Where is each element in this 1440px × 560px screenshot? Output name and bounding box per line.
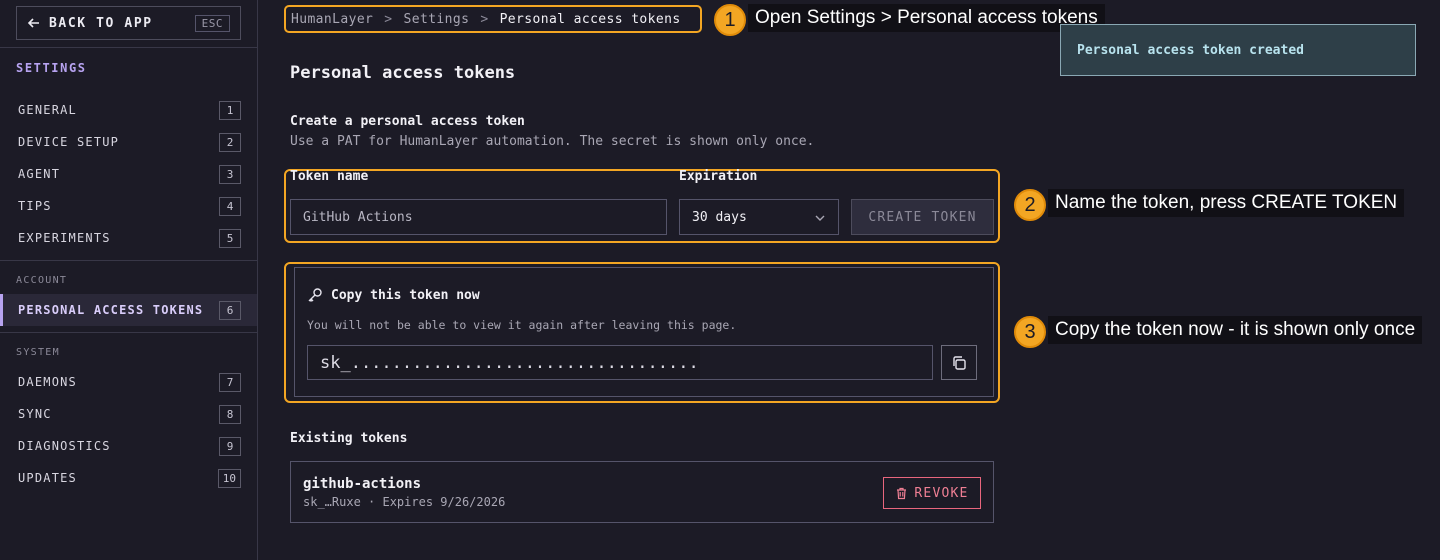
shortcut-badge: 7: [219, 372, 241, 392]
sidebar-item-label: DEVICE SETUP: [18, 135, 120, 149]
sidebar-item-updates[interactable]: UPDATES 10: [0, 462, 257, 494]
expiration-select[interactable]: 30 days: [679, 199, 839, 235]
sidebar-divider: [0, 47, 258, 48]
breadcrumb: HumanLayer > Settings > Personal access …: [284, 5, 702, 33]
shortcut-badge: 8: [219, 404, 241, 424]
callout-step-1-badge: 1: [714, 4, 746, 36]
new-token-warning: You will not be able to view it again af…: [307, 318, 737, 332]
shortcut-badge: 5: [219, 228, 241, 248]
sidebar-item-daemons[interactable]: DAEMONS 7: [0, 366, 257, 398]
sidebar-item-label: PERSONAL ACCESS TOKENS: [18, 303, 204, 317]
sidebar-item-general[interactable]: GENERAL 1: [0, 94, 257, 126]
sidebar-item-label: GENERAL: [18, 103, 77, 117]
sidebar-item-label: AGENT: [18, 167, 61, 181]
existing-tokens-heading: Existing tokens: [290, 431, 408, 446]
success-toast: Personal access token created: [1060, 24, 1416, 76]
esc-shortcut-badge: ESC: [194, 14, 230, 32]
sidebar-item-personal-access-tokens[interactable]: PERSONAL ACCESS TOKENS 6: [0, 294, 257, 326]
create-token-heading: Create a personal access token: [290, 114, 525, 129]
sidebar-item-label: TIPS: [18, 199, 52, 213]
shortcut-badge: 10: [217, 468, 241, 488]
expiration-value: 30 days: [692, 209, 747, 225]
new-token-title: Copy this token now: [331, 287, 480, 303]
copy-token-button[interactable]: [941, 345, 977, 380]
breadcrumb-separator: >: [480, 11, 489, 27]
trash-icon: [897, 487, 907, 499]
shortcut-badge: 9: [219, 436, 241, 456]
system-group-label: SYSTEM: [16, 347, 60, 358]
arrow-left-icon: [27, 18, 39, 28]
sidebar-item-label: SYNC: [18, 407, 52, 421]
sidebar-item-agent[interactable]: AGENT 3: [0, 158, 257, 190]
back-to-app-button[interactable]: BACK TO APP ESC: [16, 6, 241, 40]
page-title: Personal access tokens: [290, 63, 516, 83]
sidebar-item-tips[interactable]: TIPS 4: [0, 190, 257, 222]
sidebar-item-label: DIAGNOSTICS: [18, 439, 111, 453]
sidebar-item-device-setup[interactable]: DEVICE SETUP 2: [0, 126, 257, 158]
token-secret-field[interactable]: sk_....................................: [307, 345, 933, 380]
sidebar-divider: [0, 332, 258, 333]
sidebar-item-diagnostics[interactable]: DIAGNOSTICS 9: [0, 430, 257, 462]
token-name: github-actions: [303, 476, 422, 492]
copy-icon: [953, 355, 966, 370]
callout-step-3-text: Copy the token now - it is shown only on…: [1048, 316, 1423, 344]
revoke-token-button[interactable]: REVOKE: [883, 477, 981, 509]
create-token-button[interactable]: CREATE TOKEN: [851, 199, 994, 235]
shortcut-badge: 2: [219, 132, 241, 152]
expiration-label: Expiration: [679, 169, 758, 184]
new-token-title-row: Copy this token now: [307, 287, 480, 303]
breadcrumb-separator: >: [384, 11, 393, 27]
sidebar-item-label: UPDATES: [18, 471, 77, 485]
key-icon: [308, 288, 322, 302]
callout-step-1-text: Open Settings > Personal access tokens: [748, 4, 1105, 32]
shortcut-badge: 1: [219, 100, 241, 120]
create-token-description: Use a PAT for HumanLayer automation. The…: [290, 134, 815, 149]
sidebar-item-label: DAEMONS: [18, 375, 77, 389]
token-name-input[interactable]: GitHub Actions: [290, 199, 667, 235]
shortcut-badge: 3: [219, 164, 241, 184]
callout-step-3-badge: 3: [1014, 316, 1046, 348]
token-secret-value: sk_....................................: [320, 352, 720, 373]
shortcut-badge: 4: [219, 196, 241, 216]
shortcut-badge: 6: [219, 300, 241, 320]
token-name-label: Token name: [290, 169, 369, 184]
sidebar-item-experiments[interactable]: EXPERIMENTS 5: [0, 222, 257, 254]
breadcrumb-settings[interactable]: Settings: [404, 12, 470, 27]
back-to-app-label: BACK TO APP: [49, 15, 153, 31]
settings-section-title: SETTINGS: [16, 61, 87, 75]
new-token-card: Copy this token now You will not be able…: [294, 267, 994, 397]
sidebar-item-sync[interactable]: SYNC 8: [0, 398, 257, 430]
breadcrumb-current: Personal access tokens: [499, 11, 681, 27]
callout-step-2-text: Name the token, press CREATE TOKEN: [1048, 189, 1405, 217]
breadcrumb-root[interactable]: HumanLayer: [291, 12, 373, 27]
token-meta: sk_…Ruxe · Expires 9/26/2026: [303, 495, 506, 509]
account-group-label: ACCOUNT: [16, 275, 68, 286]
callout-step-2-badge: 2: [1014, 189, 1046, 221]
settings-sidebar: BACK TO APP ESC SETTINGS GENERAL 1 DEVIC…: [0, 0, 258, 560]
sidebar-item-label: EXPERIMENTS: [18, 231, 111, 245]
secret-field-shade: [700, 346, 932, 379]
sidebar-divider: [0, 260, 258, 261]
revoke-label: REVOKE: [914, 485, 969, 501]
chevron-down-icon: [815, 215, 825, 221]
token-row: github-actions sk_…Ruxe · Expires 9/26/2…: [290, 461, 994, 523]
